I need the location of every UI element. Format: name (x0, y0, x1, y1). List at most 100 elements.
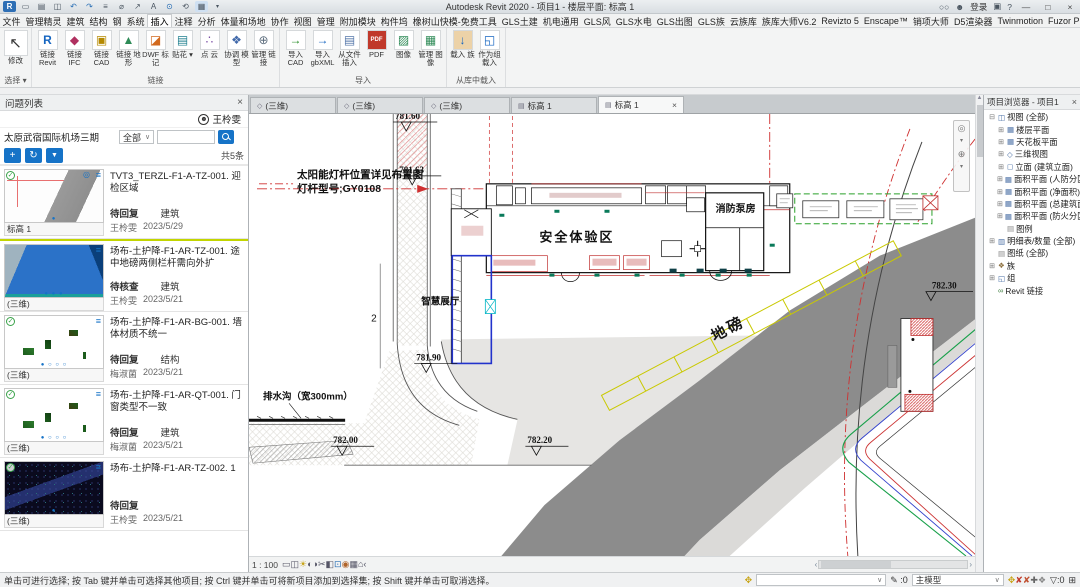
ribbon-tab[interactable]: 插入 (147, 14, 172, 27)
crop-region-icon[interactable]: ◧ (326, 559, 335, 569)
zoom-icon[interactable]: ⊕ (958, 149, 966, 159)
ribbon-tab[interactable]: 体量和场地 (218, 14, 268, 27)
issue-thumbnail[interactable]: ✓ ◎ ≡ ● (4, 461, 104, 515)
menu-icon[interactable]: ≡ (96, 245, 101, 255)
ribbon-tab[interactable]: 建筑 (64, 14, 87, 27)
menu-icon[interactable]: ≡ (96, 170, 101, 180)
ribbon-button[interactable]: ◆ 链接 IFC (61, 29, 88, 67)
crop-view-icon[interactable]: ✂ (318, 559, 326, 569)
hide-elements-icon[interactable]: ⊡ (334, 559, 342, 569)
ribbon-button[interactable]: → 导入 gbXML (309, 29, 336, 67)
tree-expander-icon[interactable]: ⊞ (997, 163, 1005, 171)
menu-icon[interactable]: ≡ (96, 462, 101, 472)
ribbon-tab[interactable]: GLS出图 (654, 14, 695, 27)
ribbon-tab[interactable]: 云族库 (727, 14, 759, 27)
analytical-icon[interactable]: ▦ (349, 559, 358, 569)
ribbon-tab[interactable]: 管理 (314, 14, 337, 27)
print-icon[interactable]: ≡ (99, 1, 112, 12)
issue-thumbnail[interactable]: ✓ ◎ ≡ ● ○ ○ ○ (4, 315, 104, 369)
ribbon-button[interactable]: PDF PDF (363, 29, 390, 59)
ribbon-button[interactable]: ▲ 链接 地形 (115, 29, 142, 67)
thin-lines-icon[interactable]: ▭ (282, 559, 291, 569)
steering-wheel-icon[interactable]: ◎ (958, 123, 966, 133)
design-option-dropdown[interactable]: 主模型∨ (912, 574, 1004, 586)
ribbon-button[interactable]: ◱ 作为组 载入 (476, 29, 503, 67)
ribbon-tab[interactable]: GLS风 (581, 14, 613, 27)
filter-icon[interactable]: ▽:0 (1050, 575, 1064, 586)
ribbon-button[interactable]: → 导入 CAD (282, 29, 309, 67)
ribbon-button[interactable]: ∴ 点 云 (196, 29, 223, 59)
ribbon-tab[interactable]: 结构 (87, 14, 110, 27)
ribbon-tab[interactable]: Fuzor Plugin (1045, 14, 1080, 27)
tree-expander-icon[interactable]: ⊞ (988, 262, 996, 270)
active-workset-dropdown[interactable]: ∨ (756, 574, 886, 586)
ribbon-tab[interactable]: 视图 (291, 14, 314, 27)
issue-list-item[interactable]: ✓ ◎ ≡ ● ● ● (三维) 场布-土护降-F1-AR-TZ-001. 途中… (0, 239, 248, 312)
scale-control[interactable]: 1 : 100 (252, 560, 278, 570)
view-tab[interactable]: ◇ (三维) × (337, 97, 423, 113)
tree-item[interactable]: ⊞ ▦ 面积平面 (净面积) (984, 185, 1080, 197)
tree-expander-icon[interactable]: ⊞ (997, 150, 1005, 158)
tree-item[interactable]: ⊞ ◱ 组 (984, 272, 1080, 284)
issue-panel-close-icon[interactable]: × (237, 97, 243, 108)
tree-item[interactable]: ⊞ ▦ 面积平面 (人防分区面积) (984, 173, 1080, 185)
ribbon-tab[interactable]: GLS水电 (613, 14, 654, 27)
ribbon-tab[interactable]: 分析 (195, 14, 218, 27)
tree-item[interactable]: ⊞ ▦ 面积平面 (防火分区面积) (984, 210, 1080, 222)
background-processes-icon[interactable]: ⊞ (1068, 575, 1076, 586)
navigation-bar[interactable]: ◎ ▾ ⊕ ▾ (953, 120, 970, 192)
issue-thumbnail[interactable]: ✓ ◎ ≡ ● (4, 169, 104, 223)
tree-item[interactable]: ⊞ ❖ 族 (984, 260, 1080, 272)
tree-item[interactable]: ⊞ ▦ 天花板平面 (984, 136, 1080, 148)
text-icon[interactable]: A (147, 1, 160, 12)
view-tab[interactable]: ◇ (三维) × (250, 97, 336, 113)
tree-item[interactable]: ⊞ ▦ 面积平面 (总建筑面积) (984, 198, 1080, 210)
menu-icon[interactable]: ≡ (96, 389, 101, 399)
minimize-button[interactable]: — (1018, 2, 1034, 12)
ribbon-button[interactable]: R 链接 Revit (34, 29, 61, 67)
ribbon-tab[interactable]: Revizto 5 (819, 14, 862, 27)
ribbon-tab[interactable]: Twinmotion (995, 14, 1046, 27)
tree-expander-icon[interactable]: ⊞ (997, 188, 1003, 196)
view-tab[interactable]: ◇ (三维) × (424, 97, 510, 113)
ribbon-tab[interactable]: Enscape™ (861, 14, 910, 27)
search-icon[interactable]: ○○ (939, 2, 949, 12)
ribbon-button[interactable]: ▤ 贴花 ▾ (169, 29, 196, 59)
ribbon-button[interactable]: ▦ 管理 图像 (417, 29, 444, 67)
view-tab[interactable]: ▤ 标高 1 × (511, 97, 597, 113)
save-icon[interactable]: ◫ (51, 1, 64, 12)
customize-icon[interactable]: ▾ (211, 1, 224, 12)
ribbon-tab[interactable]: 销项大师 (910, 14, 951, 27)
thin-lines-icon[interactable]: ▦ (195, 1, 208, 12)
measure-icon[interactable]: ⌀ (115, 1, 128, 12)
ribbon-tab[interactable]: 附加模块 (337, 14, 378, 27)
filter-button[interactable]: ▼ (46, 148, 63, 163)
maximize-button[interactable]: □ (1040, 2, 1056, 12)
horizontal-scrollbar[interactable]: ‹ › (815, 560, 972, 569)
tree-item[interactable]: ⊞ ◻ 立面 (建筑立面) (984, 161, 1080, 173)
issue-thumbnail[interactable]: ✓ ◎ ≡ ● ● ● (4, 244, 104, 298)
exclude-options-icon[interactable]: ✘ (1015, 575, 1023, 585)
search-button[interactable] (218, 130, 234, 144)
ribbon-tab[interactable]: 系统 (124, 14, 147, 27)
sun-path-icon[interactable]: ☀ (299, 559, 307, 569)
ribbon-tab[interactable]: 管理精灵 (23, 14, 64, 27)
new-icon[interactable]: ▭ (19, 1, 32, 12)
default-3d-view-icon[interactable]: ⊙ (163, 1, 176, 12)
open-icon[interactable]: ▤ (35, 1, 48, 12)
view-tab[interactable]: ▤ 标高 1 × (598, 96, 684, 113)
ribbon-button[interactable]: ◪ DWF 标记 (142, 29, 169, 67)
search-input[interactable] (157, 130, 215, 144)
issue-list-item[interactable]: ✓ ◎ ≡ ● (三维) 场布-土护降-F1-AR-TZ-002. 1 待回复 (0, 458, 248, 531)
ribbon-button[interactable]: ▨ 图像 (390, 29, 417, 59)
ribbon-button[interactable]: ⊕ 管理 链接 (250, 29, 277, 67)
ribbon-tab[interactable]: D5渲染器 (951, 14, 995, 27)
tree-expander-icon[interactable]: ⊞ (988, 274, 996, 282)
ribbon-button[interactable]: ▣ 链接 CAD (88, 29, 115, 67)
ribbon-tab[interactable]: 注释 (172, 14, 195, 27)
tree-expander-icon[interactable]: ⊟ (988, 113, 996, 121)
undo-icon[interactable]: ↶ (67, 1, 80, 12)
visual-style-icon[interactable]: ◫ (291, 559, 300, 569)
tree-item[interactable]: ▤ 图纸 (全部) (984, 247, 1080, 259)
tree-expander-icon[interactable]: ⊞ (988, 237, 996, 245)
